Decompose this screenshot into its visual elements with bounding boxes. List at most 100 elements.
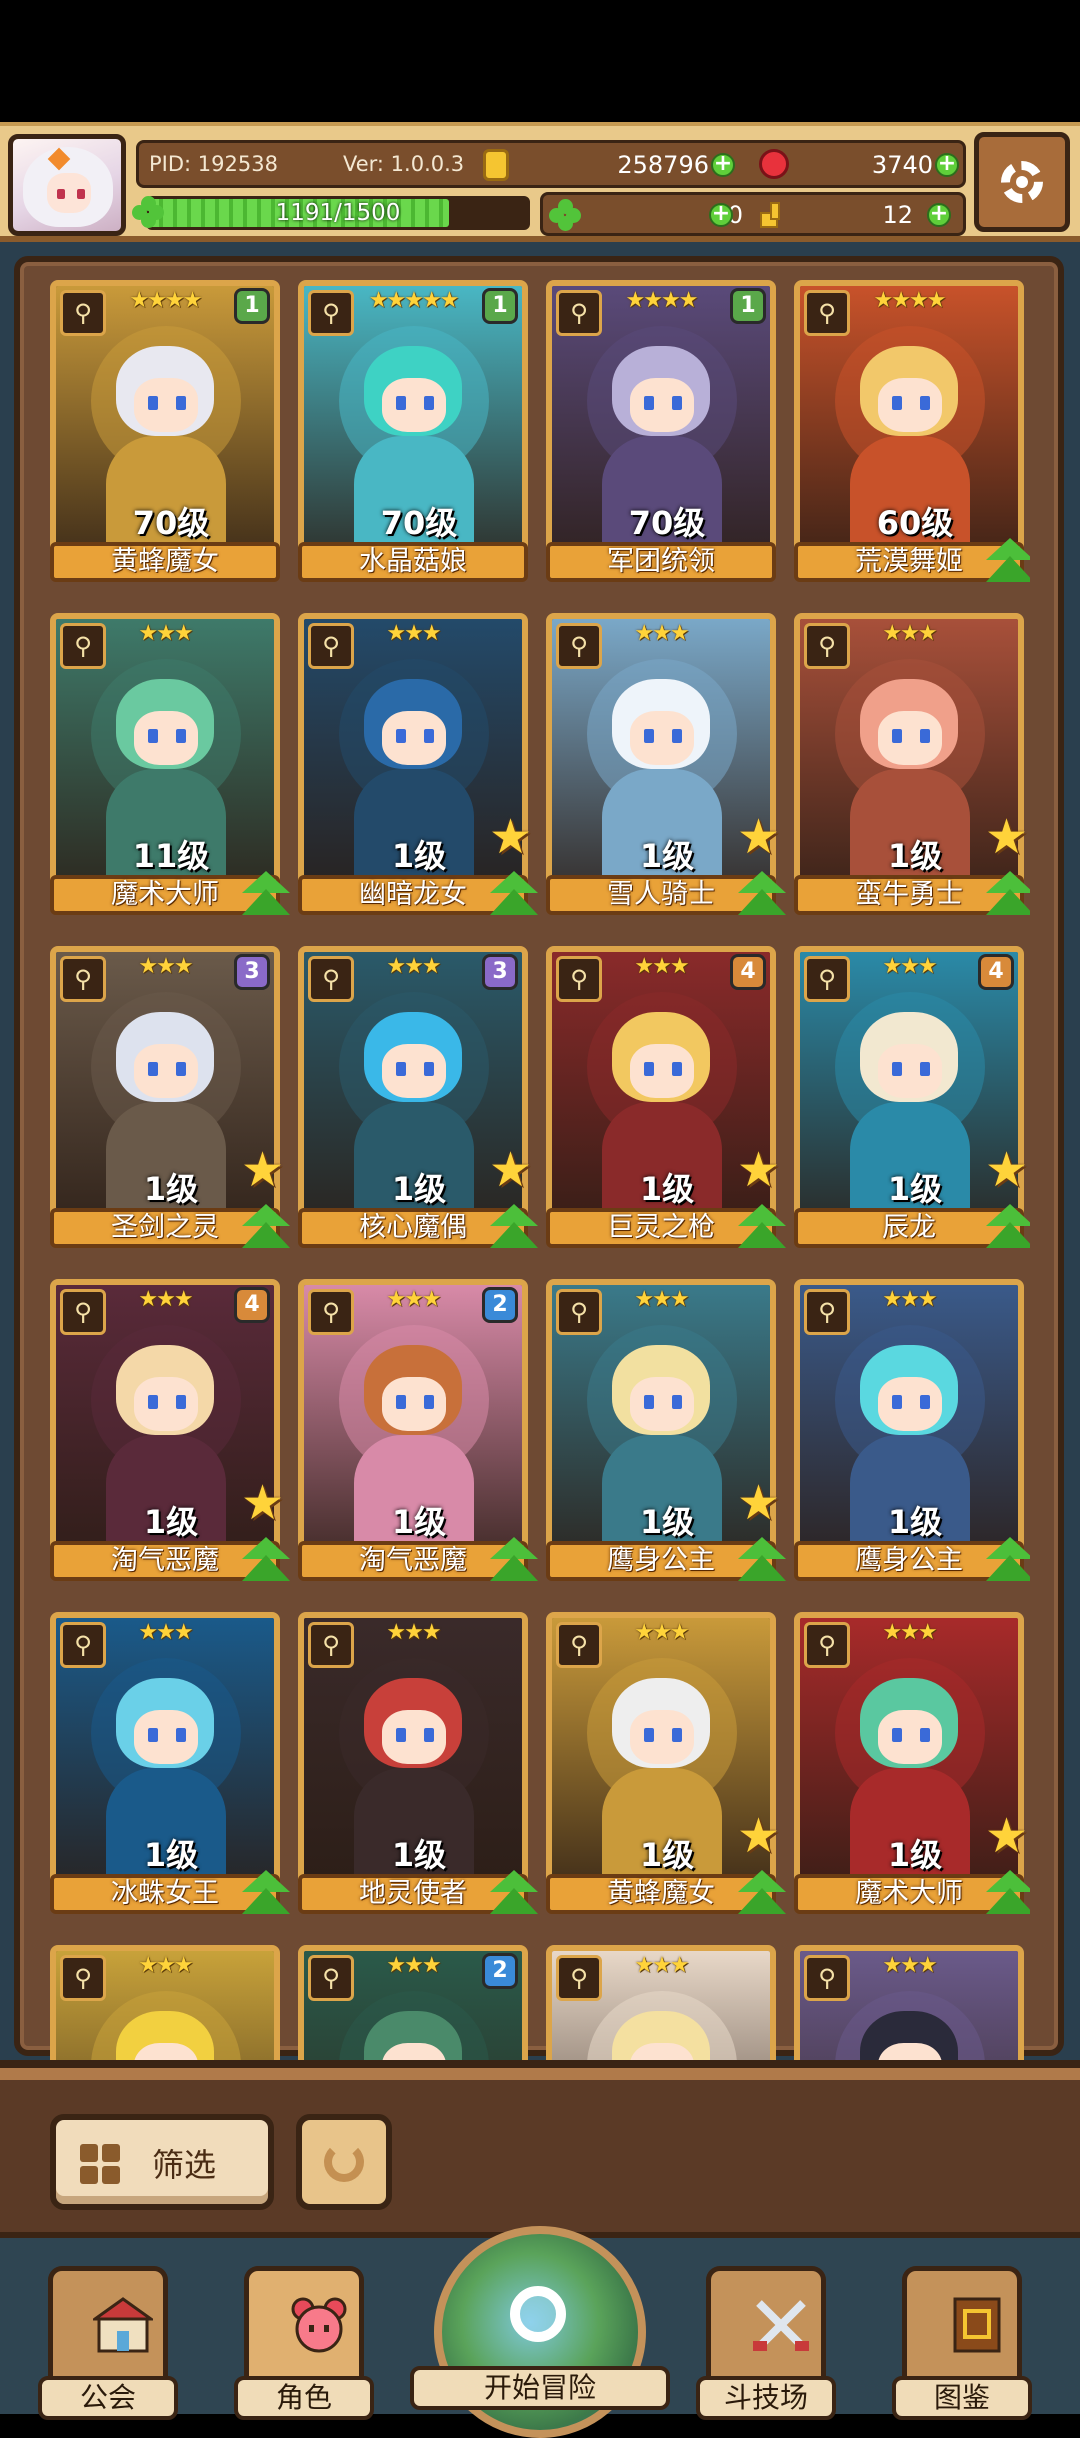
rarity-stars: ★★★ (882, 621, 937, 646)
character-grid[interactable]: ⚲ ★★★★ 1 70级 黄蜂魔女 ⚲ ★★★★★ 1 70级 水晶菇娘 ⚲ ★★★★ 1 70级 军团统领… (50, 280, 1030, 2060)
class-icon: ⚲ (804, 1622, 850, 1668)
character-card[interactable]: ⚲ ★★★ 1级 冰蛛女王 (50, 1612, 290, 1918)
character-card[interactable]: ⚲ ★★★ 2 1级 淘气恶魔 (298, 1279, 538, 1585)
add-gem-button[interactable]: + (935, 153, 959, 177)
nav-character-label: 角色 (234, 2376, 374, 2420)
clover-icon (132, 196, 166, 230)
character-level: 70级 (628, 504, 706, 542)
character-card[interactable]: ⚲ ★★★★ 1 70级 黄蜂魔女 (50, 280, 280, 586)
character-card[interactable]: ⚲ ★★★ 1级 幽暗龙女 ★ (298, 613, 538, 919)
gold-amount: 258796 (617, 151, 709, 179)
nav-adventure[interactable]: 开始冒险 (410, 2226, 670, 2438)
class-icon: ⚲ (556, 290, 602, 336)
card-frame: ⚲ ★★★ (794, 1945, 1024, 2060)
rarity-stars: ★★★ (634, 621, 689, 646)
nav-guild[interactable]: 公会 (38, 2266, 178, 2420)
card-frame: ⚲ ★★★★★ 1 70级 (298, 280, 528, 556)
nav-arena[interactable]: 斗技场 (696, 2266, 836, 2420)
experience-bar: 1191/1500 (146, 196, 530, 230)
character-card[interactable]: ⚲ ★★★★★ 1 70级 水晶菇娘 (298, 280, 528, 586)
level-up-arrow-icon (242, 1870, 290, 1918)
awaken-badge: 1 (234, 288, 270, 324)
awaken-badge: 3 (234, 954, 270, 990)
add-key-button[interactable]: + (927, 203, 951, 227)
character-card[interactable]: ⚲ ★★★ 3 1级 核心魔偶 ★ (298, 946, 538, 1252)
star-upgrade-icon: ★ (984, 1142, 1028, 1198)
star-upgrade-icon: ★ (488, 1142, 532, 1198)
character-card[interactable]: ⚲ ★★★ (546, 1945, 776, 2060)
rarity-stars: ★★★★ (625, 288, 699, 313)
character-name: 军团统领 (546, 542, 776, 582)
class-icon: ⚲ (556, 956, 602, 1002)
star-upgrade-icon: ★ (736, 809, 780, 865)
top-header: PID: 192538 Ver: 1.0.0.3 258796 + 3740 +… (0, 122, 1080, 242)
class-icon: ⚲ (308, 1955, 354, 2001)
class-icon: ⚲ (804, 1289, 850, 1335)
rarity-stars: ★★★ (882, 1620, 937, 1645)
character-card[interactable]: ⚲ ★★★ 1级 鹰身公主 (794, 1279, 1030, 1585)
character-card[interactable]: ⚲ ★★★ 1级 魔术大师 ★ (794, 1612, 1030, 1918)
star-upgrade-icon: ★ (736, 1475, 780, 1531)
character-card[interactable]: ⚲ ★★★ 3 1级 圣剑之灵 ★ (50, 946, 290, 1252)
add-clover-button[interactable]: + (709, 203, 733, 227)
book-icon (953, 2297, 1001, 2353)
star-upgrade-icon: ★ (240, 1475, 284, 1531)
filter-button[interactable]: 筛选 (50, 2114, 274, 2210)
character-card[interactable]: ⚲ ★★★ 1级 鹰身公主 ★ (546, 1279, 786, 1585)
level-up-arrow-icon (242, 871, 290, 919)
nav-character[interactable]: 角色 (234, 2266, 374, 2420)
awaken-badge: 4 (978, 954, 1014, 990)
character-card[interactable]: ⚲ ★★★ (50, 1945, 280, 2060)
player-avatar[interactable] (8, 134, 126, 236)
character-card[interactable]: ⚲ ★★★★ 60级 荒漠舞姬 (794, 280, 1030, 586)
class-icon: ⚲ (308, 956, 354, 1002)
refresh-button[interactable] (296, 2114, 392, 2210)
player-info-bar: PID: 192538 Ver: 1.0.0.3 258796 + 3740 + (136, 140, 966, 188)
awaken-badge: 2 (482, 1953, 518, 1989)
star-upgrade-icon: ★ (736, 1808, 780, 1864)
class-icon: ⚲ (60, 1622, 106, 1668)
character-card[interactable]: ⚲ ★★★ 1级 雪人骑士 ★ (546, 613, 786, 919)
rarity-stars: ★★★★ (129, 288, 203, 313)
class-icon: ⚲ (804, 1955, 850, 2001)
star-upgrade-icon: ★ (488, 809, 532, 865)
card-frame: ⚲ ★★★★ 1 70级 (546, 280, 776, 556)
level-up-arrow-icon (490, 1537, 538, 1585)
rarity-stars: ★★★ (138, 621, 193, 646)
character-card[interactable]: ⚲ ★★★ 1级 地灵使者 (298, 1612, 538, 1918)
character-card[interactable]: ⚲ ★★★ 2 (298, 1945, 528, 2060)
rarity-stars: ★★★ (634, 1287, 689, 1312)
rarity-stars: ★★★ (138, 1620, 193, 1645)
rarity-stars: ★★★★★ (368, 288, 460, 313)
nav-adventure-label: 开始冒险 (410, 2366, 670, 2410)
character-card[interactable]: ⚲ ★★★ 4 1级 淘气恶魔 ★ (50, 1279, 290, 1585)
character-card[interactable]: ⚲ ★★★ 11级 魔术大师 (50, 613, 290, 919)
player-id: PID: 192538 (149, 152, 278, 176)
nav-codex[interactable]: 图鉴 (892, 2266, 1032, 2420)
settings-button[interactable] (974, 132, 1070, 232)
character-card[interactable]: ⚲ ★★★ 1级 黄蜂魔女 ★ (546, 1612, 786, 1918)
gem-amount: 3740 (871, 151, 933, 179)
level-up-arrow-icon (986, 538, 1030, 586)
class-icon: ⚲ (556, 1289, 602, 1335)
crossed-swords-icon (753, 2300, 809, 2351)
rarity-stars: ★★★ (386, 621, 441, 646)
character-card[interactable]: ⚲ ★★★★ 1 70级 军团统领 (546, 280, 776, 586)
filter-label: 筛选 (152, 2146, 217, 2184)
rarity-stars: ★★★★ (873, 288, 947, 313)
experience-text: 1191/1500 (275, 200, 401, 226)
card-frame: ⚲ ★★★ (50, 1945, 280, 2060)
add-gold-button[interactable]: + (711, 153, 735, 177)
class-icon: ⚲ (60, 290, 106, 336)
awaken-badge: 4 (234, 1287, 270, 1323)
level-up-arrow-icon (738, 1204, 786, 1252)
character-card[interactable]: ⚲ ★★★ 4 1级 辰龙 ★ (794, 946, 1030, 1252)
character-card[interactable]: ⚲ ★★★ 1级 蛮牛勇士 ★ (794, 613, 1030, 919)
awaken-badge: 4 (730, 954, 766, 990)
class-icon: ⚲ (308, 290, 354, 336)
nav-arena-label: 斗技场 (696, 2376, 836, 2420)
level-up-arrow-icon (242, 1204, 290, 1252)
character-card[interactable]: ⚲ ★★★ 4 1级 巨灵之枪 ★ (546, 946, 786, 1252)
character-card[interactable]: ⚲ ★★★ (794, 1945, 1024, 2060)
star-upgrade-icon: ★ (984, 809, 1028, 865)
